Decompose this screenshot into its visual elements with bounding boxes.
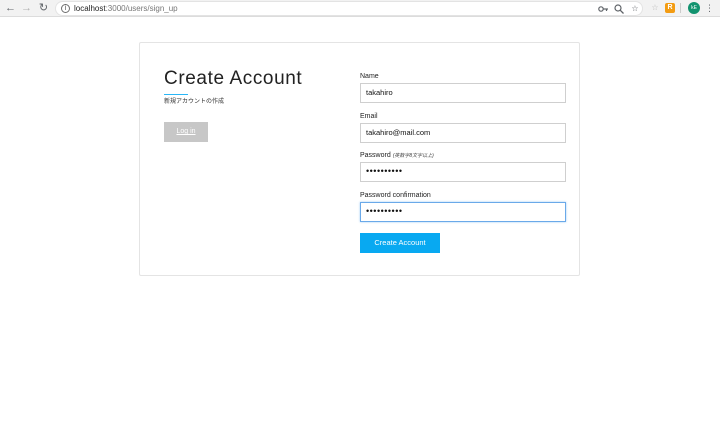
extension-icon[interactable]: ☆	[650, 3, 660, 13]
url-path: :3000/users/sign_up	[105, 4, 178, 13]
more-menu-icon[interactable]: ⋮	[705, 2, 714, 14]
browser-toolbar: ← → ↻ i localhost:3000/users/sign_up ☆ ☆…	[0, 0, 720, 17]
page-title: Create Account	[164, 68, 303, 89]
bookmark-star-icon[interactable]: ☆	[629, 3, 641, 15]
title-underline	[164, 94, 188, 95]
password-label: Password (英数字8文字以上)	[360, 151, 434, 161]
email-field[interactable]: takahiro@mail.com	[360, 123, 566, 143]
forward-arrow-icon[interactable]: →	[20, 2, 33, 15]
email-label: Email	[360, 113, 378, 120]
password-requirement-note: (英数字8文字以上)	[392, 153, 434, 159]
profile-avatar[interactable]: kE	[688, 2, 700, 14]
password-field[interactable]: ••••••••••	[360, 162, 566, 182]
zoom-icon[interactable]	[613, 3, 625, 15]
password-label-text: Password	[360, 152, 391, 159]
rss-icon[interactable]: R	[665, 3, 675, 13]
page-subtitle: 新規アカウントの作成	[164, 99, 225, 105]
back-arrow-icon[interactable]: ←	[4, 2, 17, 15]
signup-card: Create Account 新規アカウントの作成 Log in Name ta…	[139, 42, 580, 276]
login-button[interactable]: Log in	[164, 122, 208, 142]
key-icon[interactable]	[597, 3, 609, 15]
info-icon[interactable]: i	[61, 4, 70, 13]
name-label: Name	[360, 73, 379, 80]
toolbar-divider	[680, 3, 681, 13]
name-field[interactable]: takahiro	[360, 83, 566, 103]
reload-icon[interactable]: ↻	[37, 2, 50, 15]
url-host: localhost	[74, 4, 106, 13]
address-bar[interactable]: i localhost:3000/users/sign_up ☆	[55, 1, 643, 16]
password-confirmation-field[interactable]: ••••••••••	[360, 202, 566, 222]
url-text: localhost:3000/users/sign_up	[74, 3, 178, 15]
password-confirmation-label: Password confirmation	[360, 192, 431, 199]
create-account-button[interactable]: Create Account	[360, 233, 440, 253]
